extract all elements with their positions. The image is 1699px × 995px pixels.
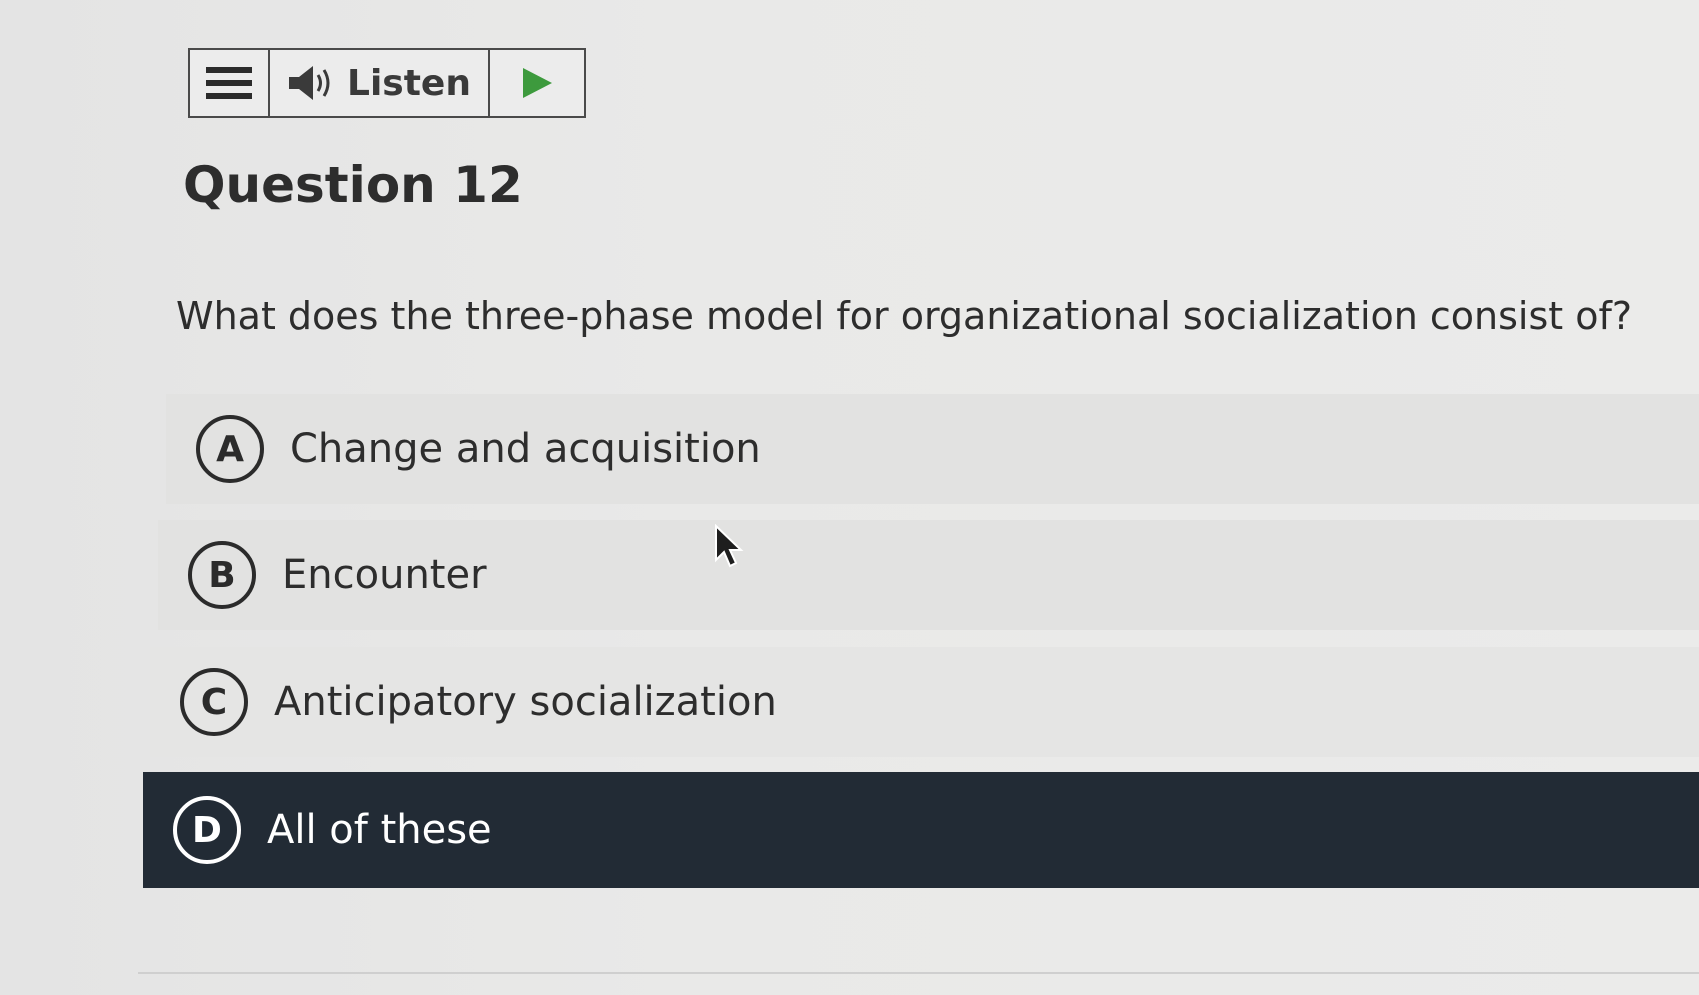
bottom-divider (138, 972, 1699, 974)
option-label-d: All of these (267, 807, 492, 853)
option-letter-b: B (188, 541, 256, 609)
option-label-c: Anticipatory socialization (274, 679, 777, 725)
option-d-selected[interactable]: D All of these (143, 772, 1699, 888)
answer-options: A Change and acquisition B Encounter C A… (0, 0, 1699, 995)
mouse-cursor-icon (715, 524, 744, 568)
option-letter-c: C (180, 668, 248, 736)
option-label-b: Encounter (282, 552, 487, 598)
option-label-a: Change and acquisition (290, 426, 761, 472)
option-b[interactable]: B Encounter (158, 520, 1699, 630)
option-letter-a: A (196, 415, 264, 483)
option-c[interactable]: C Anticipatory socialization (150, 647, 1699, 757)
option-a[interactable]: A Change and acquisition (166, 394, 1699, 504)
option-letter-d: D (173, 796, 241, 864)
